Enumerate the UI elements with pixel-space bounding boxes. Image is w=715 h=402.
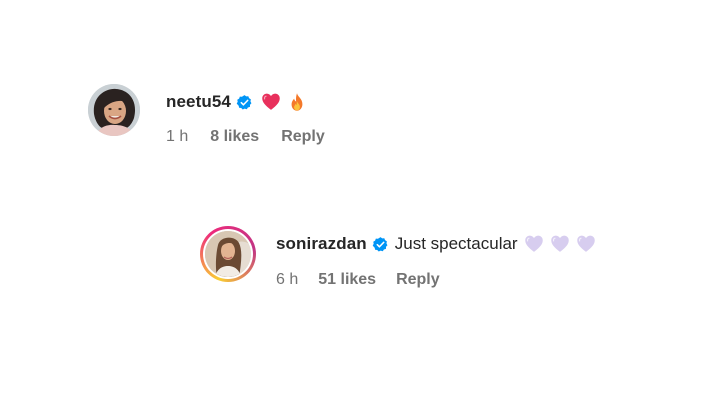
avatar-image [205,231,251,277]
avatar[interactable] [88,84,140,136]
comment: neetu54 1 h 8 likes Reply [88,84,325,146]
light-purple-heart-icon [576,235,595,252]
avatar [205,231,251,277]
comment-body: sonirazdan Just spectacular 6 h 51 likes… [276,226,596,289]
avatar-image [88,84,140,136]
comment-meta: 1 h 8 likes Reply [166,128,325,146]
likes-count[interactable]: 51 likes [318,271,376,289]
username[interactable]: neetu54 [166,92,231,112]
comment-text: Just spectacular [394,234,518,253]
comments-section: neetu54 1 h 8 likes Reply sonirazdan Jus… [0,0,715,402]
light-purple-heart-icon [524,235,543,252]
avatar-story-ring[interactable] [200,226,256,282]
reply-button[interactable]: Reply [281,128,325,146]
fire-icon [291,93,303,111]
verified-badge-icon [236,94,252,110]
comment-timestamp: 6 h [276,271,299,288]
light-purple-heart-icon [550,235,569,252]
likes-count[interactable]: 8 likes [210,128,259,146]
comment-timestamp: 1 h [166,128,189,145]
reply-button[interactable]: Reply [396,271,440,289]
comment-header: sonirazdan Just spectacular [276,230,596,258]
heart-icon [262,93,280,110]
username[interactable]: sonirazdan [276,234,367,254]
comment: sonirazdan Just spectacular 6 h 51 likes… [200,226,596,289]
comment-body: neetu54 1 h 8 likes Reply [166,84,325,146]
comment-meta: 6 h 51 likes Reply [276,271,596,289]
comment-header: neetu54 [166,88,325,116]
verified-badge-icon [372,236,388,252]
